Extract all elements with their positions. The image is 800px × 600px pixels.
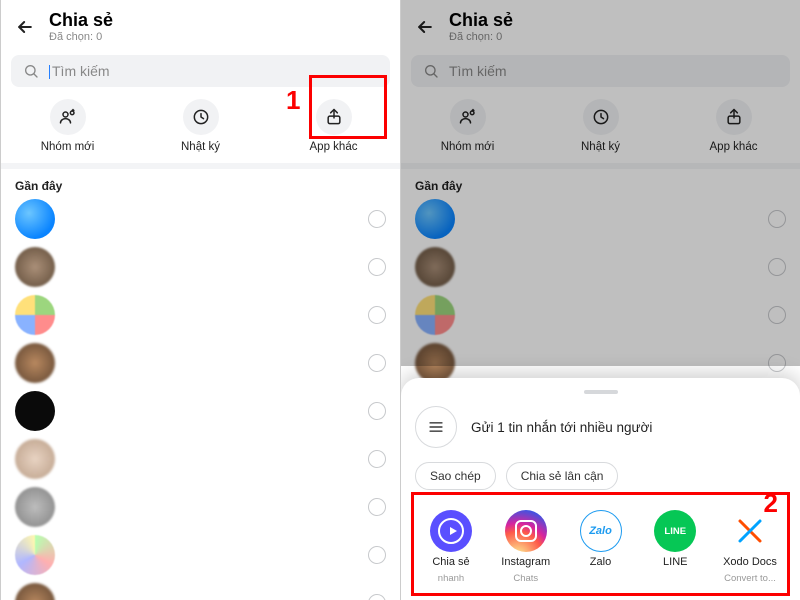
list-item[interactable] xyxy=(415,343,786,383)
avatar xyxy=(415,295,455,335)
avatar xyxy=(15,535,55,575)
selected-count: Đã chọn: 0 xyxy=(49,31,113,43)
back-icon[interactable] xyxy=(415,17,435,37)
action-label: Nhật ký xyxy=(181,141,220,153)
search-placeholder: Tìm kiếm xyxy=(449,63,778,79)
back-icon[interactable] xyxy=(15,17,35,37)
list-item[interactable] xyxy=(15,439,386,479)
action-label: App khác xyxy=(310,141,358,153)
multi-send-label: Gửi 1 tin nhắn tới nhiều người xyxy=(471,420,652,435)
radio[interactable] xyxy=(368,354,386,372)
sheet-handle[interactable] xyxy=(584,390,618,394)
header: Chia sẻ Đã chọn: 0 xyxy=(401,0,800,49)
section-recent: Gần đây xyxy=(1,169,400,199)
list-item[interactable] xyxy=(15,391,386,431)
list-item[interactable] xyxy=(415,247,786,287)
action-other-app[interactable]: App khác xyxy=(667,99,800,153)
selected-count: Đã chọn: 0 xyxy=(449,31,513,43)
avatar xyxy=(15,391,55,431)
avatar xyxy=(15,199,55,239)
radio[interactable] xyxy=(368,594,386,600)
search-input[interactable]: Tìm kiếm xyxy=(411,55,790,87)
recent-list xyxy=(1,199,400,600)
list-item[interactable] xyxy=(15,583,386,600)
list-item[interactable] xyxy=(15,295,386,335)
annotation-box-1 xyxy=(309,75,387,139)
radio[interactable] xyxy=(368,498,386,516)
multi-send-row[interactable]: Gửi 1 tin nhắn tới nhiều người xyxy=(415,406,786,448)
radio[interactable] xyxy=(368,306,386,324)
action-new-group[interactable]: Nhóm mới xyxy=(401,99,534,153)
radio[interactable] xyxy=(368,546,386,564)
actions-row: Nhóm mới Nhật ký App khác xyxy=(401,93,800,169)
action-diary[interactable]: Nhật ký xyxy=(534,99,667,153)
radio[interactable] xyxy=(768,258,786,276)
action-label: Nhóm mới xyxy=(41,141,95,153)
page-title: Chia sẻ xyxy=(449,10,513,31)
chip-nearby[interactable]: Chia sẻ lân cận xyxy=(506,462,619,490)
annotation-step-1: 1 xyxy=(286,85,300,116)
avatar xyxy=(415,247,455,287)
list-item[interactable] xyxy=(15,535,386,575)
list-item[interactable] xyxy=(415,295,786,335)
left-screenshot: Chia sẻ Đã chọn: 0 Tìm kiếm Nhóm mới Nhậ… xyxy=(0,0,400,600)
action-label: Nhóm mới xyxy=(441,141,495,153)
annotation-box-2 xyxy=(411,492,790,596)
avatar xyxy=(15,487,55,527)
radio[interactable] xyxy=(768,210,786,228)
list-item[interactable] xyxy=(15,247,386,287)
search-icon xyxy=(423,63,439,79)
radio[interactable] xyxy=(768,354,786,372)
recent-list xyxy=(401,199,800,383)
section-recent: Gần đây xyxy=(401,169,800,199)
list-item[interactable] xyxy=(15,487,386,527)
avatar xyxy=(15,247,55,287)
avatar xyxy=(15,439,55,479)
list-icon xyxy=(415,406,457,448)
action-new-group[interactable]: Nhóm mới xyxy=(1,99,134,153)
radio[interactable] xyxy=(368,210,386,228)
list-item[interactable] xyxy=(415,199,786,239)
chip-copy[interactable]: Sao chép xyxy=(415,462,496,490)
avatar xyxy=(15,583,55,600)
header: Chia sẻ Đã chọn: 0 xyxy=(1,0,400,49)
radio[interactable] xyxy=(368,402,386,420)
chip-row: Sao chép Chia sẻ lân cận xyxy=(415,462,786,490)
clock-icon xyxy=(183,99,219,135)
clock-icon xyxy=(583,99,619,135)
radio[interactable] xyxy=(368,450,386,468)
group-add-icon xyxy=(50,99,86,135)
share-up-icon xyxy=(716,99,752,135)
page-title: Chia sẻ xyxy=(49,10,113,31)
avatar xyxy=(15,295,55,335)
avatar xyxy=(15,343,55,383)
radio[interactable] xyxy=(768,306,786,324)
avatar xyxy=(415,343,455,383)
list-item[interactable] xyxy=(15,199,386,239)
group-add-icon xyxy=(450,99,486,135)
avatar xyxy=(415,199,455,239)
action-label: Nhật ký xyxy=(581,141,620,153)
right-screenshot: Chia sẻ Đã chọn: 0 Tìm kiếm Nhóm mới Nhậ… xyxy=(400,0,800,600)
radio[interactable] xyxy=(368,258,386,276)
action-label: App khác xyxy=(710,141,758,153)
search-icon xyxy=(23,63,39,79)
action-diary[interactable]: Nhật ký xyxy=(134,99,267,153)
list-item[interactable] xyxy=(15,343,386,383)
